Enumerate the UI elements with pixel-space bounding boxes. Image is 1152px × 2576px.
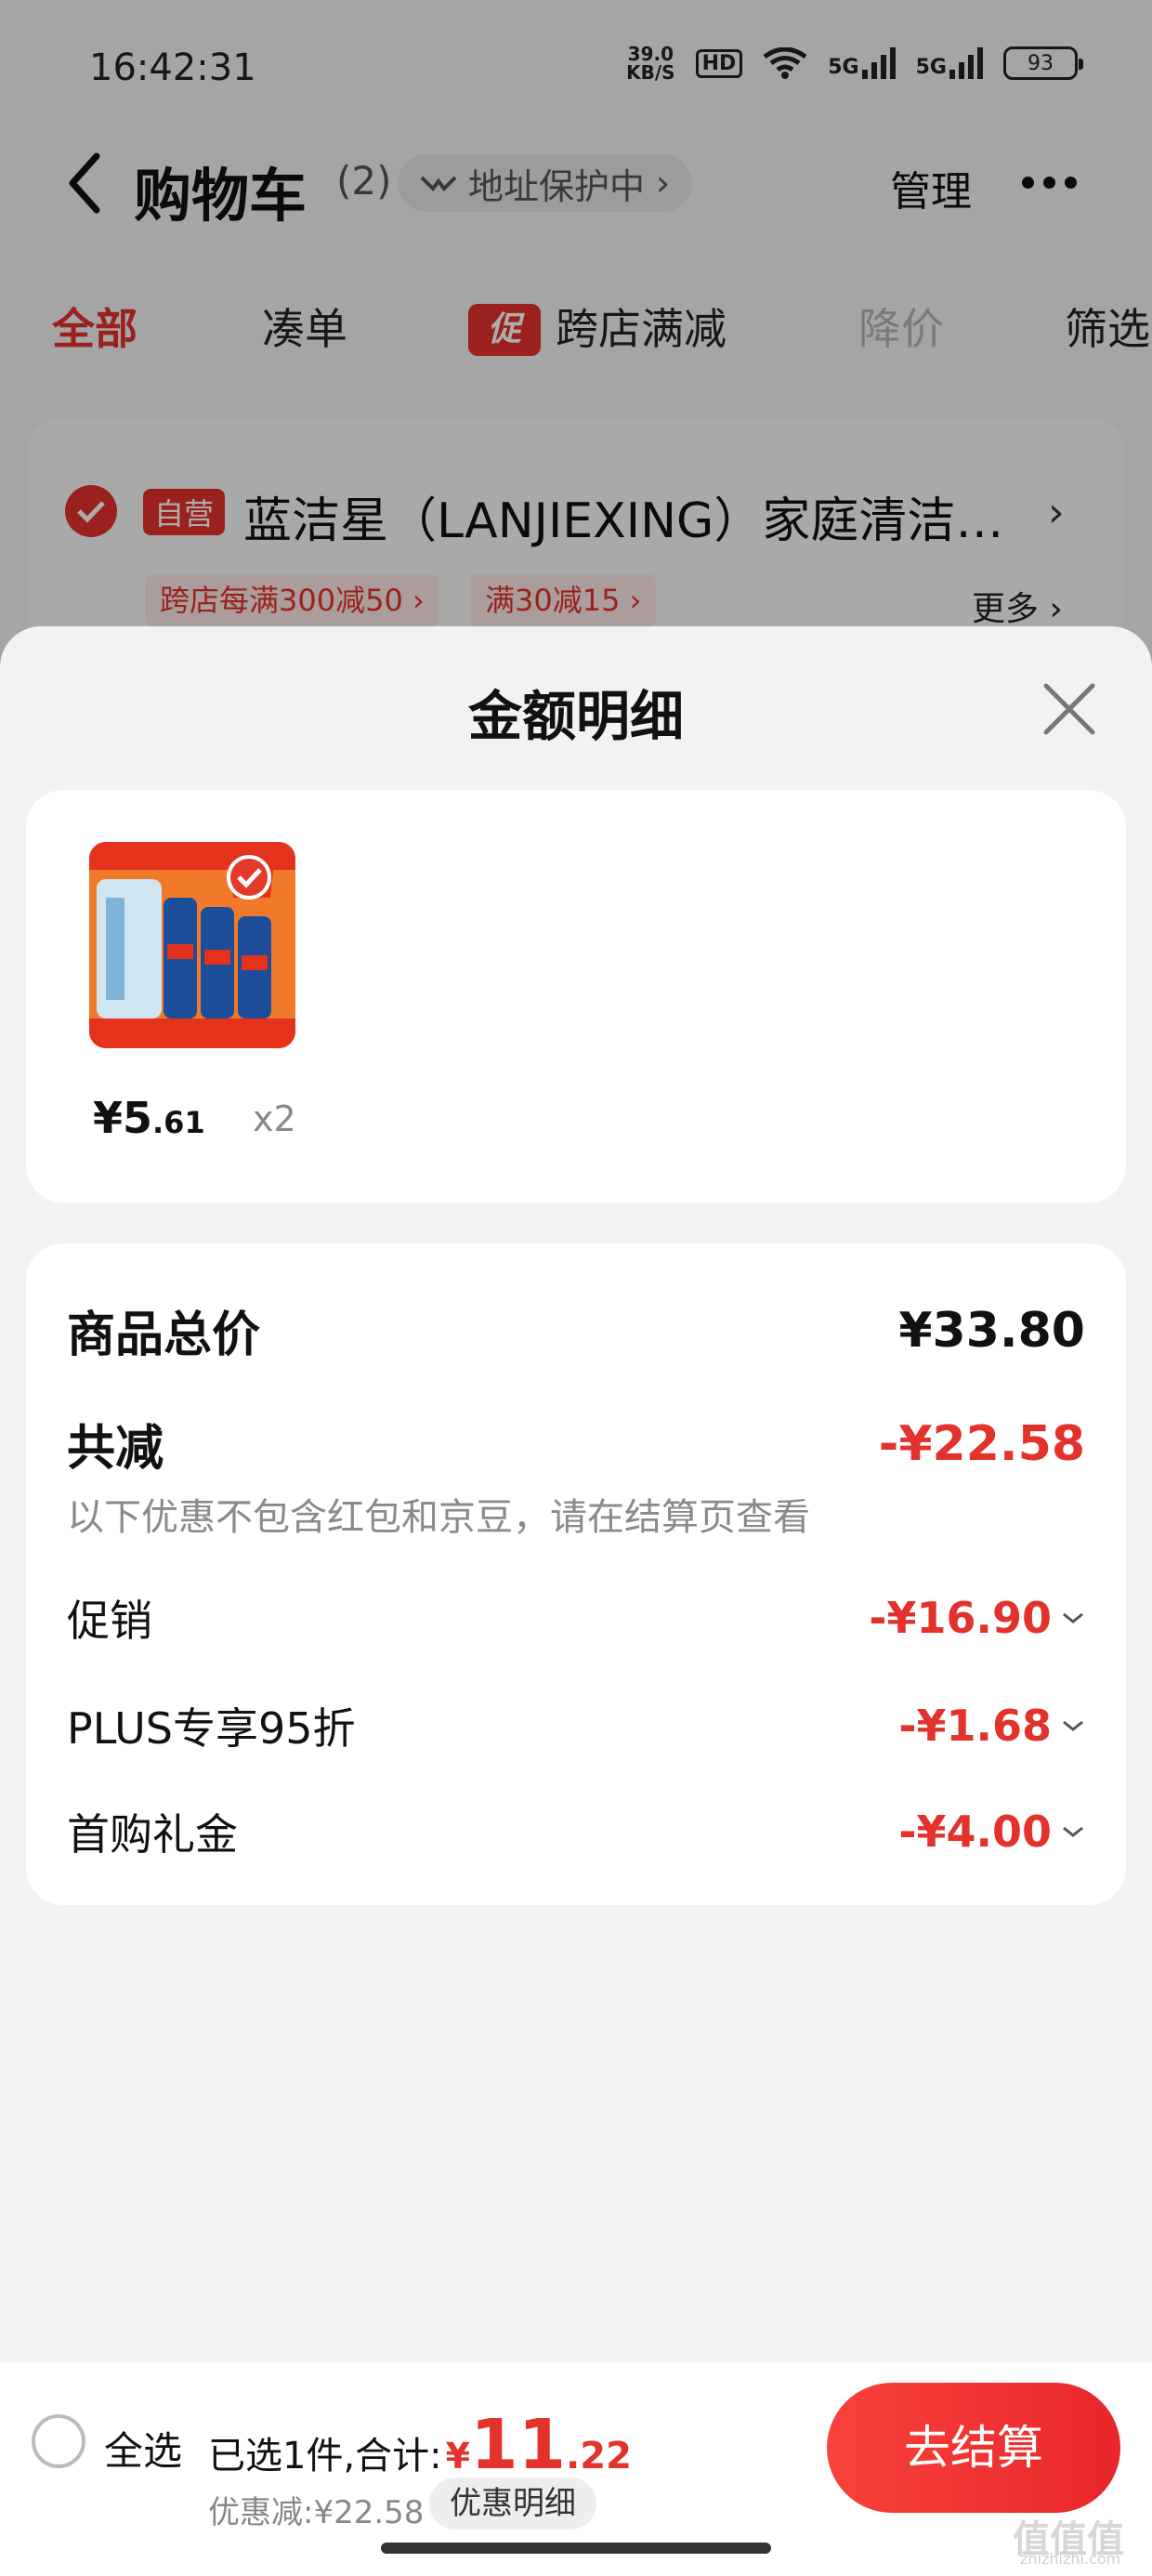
selected-total: 已选1件,合计: ¥11.22 xyxy=(208,2405,632,2485)
saved-amount: 优惠减:¥22.58 xyxy=(208,2494,425,2531)
discount-label: PLUS专享95折 xyxy=(67,1703,356,1754)
discount-value: -¥16.90 xyxy=(869,1593,1085,1643)
watermark-site: zhizhizhi.com xyxy=(1020,2550,1121,2568)
product-card: ¥5.61 x2 xyxy=(26,790,1126,1203)
discount-row-first-purchase[interactable]: 首购礼金 -¥4.00 xyxy=(67,1801,1085,1862)
total-price-value: ¥33.80 xyxy=(898,1302,1085,1359)
discount-row-promotion[interactable]: 促销 -¥16.90 xyxy=(67,1587,1085,1649)
checkout-button[interactable]: 去结算 xyxy=(827,2383,1120,2513)
total-reduction-value: -¥22.58 xyxy=(878,1415,1085,1472)
select-all-label[interactable]: 全选 xyxy=(104,2420,182,2477)
discount-value: -¥1.68 xyxy=(898,1701,1085,1751)
chevron-down-icon xyxy=(1063,1720,1083,1731)
discount-note: 以下优惠不包含红包和京豆，请在结算页查看 xyxy=(67,1496,810,1539)
product-price: ¥5.61 xyxy=(93,1093,205,1143)
discount-row-plus[interactable]: PLUS专享95折 -¥1.68 xyxy=(67,1695,1085,1756)
select-all-checkbox[interactable] xyxy=(32,2414,85,2468)
discount-label: 促销 xyxy=(67,1596,152,1646)
chevron-down-icon xyxy=(1063,1826,1083,1837)
total-price-label: 商品总价 xyxy=(67,1308,261,1363)
discount-detail-button[interactable]: 优惠明细 xyxy=(429,2477,596,2530)
close-icon[interactable] xyxy=(1042,682,1096,736)
chevron-down-icon xyxy=(1063,1612,1083,1623)
total-reduction-row: 共减 -¥22.58 xyxy=(67,1409,1085,1479)
product-image[interactable] xyxy=(89,842,295,1048)
discount-value: -¥4.00 xyxy=(898,1807,1085,1857)
total-reduction-label: 共减 xyxy=(67,1421,164,1477)
discount-label: 首购礼金 xyxy=(67,1809,238,1860)
product-quantity: x2 xyxy=(253,1098,296,1139)
price-detail-sheet: 金额明细 ¥5.61 x2 商品总价 ¥33.80 共减 -¥22.58 以下优… xyxy=(0,626,1152,2576)
price-summary-card: 商品总价 ¥33.80 共减 -¥22.58 以下优惠不包含红包和京豆，请在结算… xyxy=(26,1243,1126,1905)
sheet-title: 金额明细 xyxy=(467,685,684,748)
home-indicator[interactable] xyxy=(381,2543,771,2554)
total-price-row: 商品总价 ¥33.80 xyxy=(67,1295,1085,1365)
